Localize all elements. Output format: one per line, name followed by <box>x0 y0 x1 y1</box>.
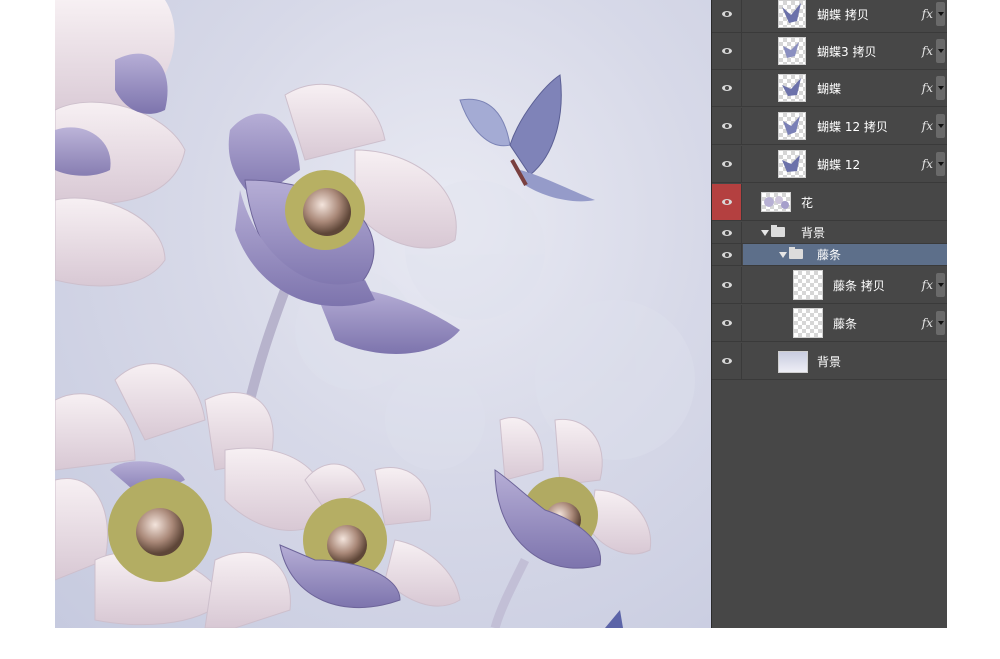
visibility-toggle[interactable] <box>712 146 742 182</box>
fx-icon[interactable]: fx <box>922 0 933 32</box>
eye-icon <box>721 48 732 54</box>
layer-row[interactable]: 蝴蝶 拷贝 fx <box>712 0 947 33</box>
layers-panel: 蝴蝶 拷贝 fx 蝴蝶3 拷贝 fx 蝴蝶 fx 蝴蝶 12 拷贝 fx 蝴蝶 … <box>711 0 947 628</box>
layer-row[interactable]: 藤条 fx <box>712 305 947 342</box>
layer-row[interactable]: 蝴蝶3 拷贝 fx <box>712 33 947 70</box>
eye-icon <box>721 199 732 205</box>
fx-icon[interactable]: fx <box>922 33 933 69</box>
layer-row[interactable]: 蝴蝶 12 拷贝 fx <box>712 108 947 145</box>
layer-name[interactable]: 蝴蝶 12 <box>817 146 860 182</box>
butterfly-icon <box>782 78 801 96</box>
butterfly-fragment <box>605 610 623 628</box>
eye-icon <box>721 11 732 17</box>
eye-icon <box>721 251 732 258</box>
flower-top-left <box>55 0 186 287</box>
folder-icon <box>771 225 785 237</box>
layer-thumbnail <box>778 0 806 28</box>
group-name[interactable]: 藤条 <box>817 244 841 265</box>
layer-name[interactable]: 背景 <box>817 343 841 379</box>
layer-name[interactable]: 藤条 拷贝 <box>833 267 885 303</box>
fx-icon[interactable]: fx <box>922 267 933 303</box>
visibility-toggle[interactable] <box>712 305 742 341</box>
layer-thumbnail <box>778 37 806 65</box>
butterfly-icon <box>782 3 801 23</box>
butterfly-icon <box>783 42 799 58</box>
layer-group-row[interactable]: 背景 <box>712 222 947 244</box>
layer-name[interactable]: 花 <box>801 184 813 220</box>
effects-expand-button[interactable] <box>936 311 945 335</box>
layer-row[interactable]: 蝴蝶 fx <box>712 70 947 107</box>
effects-expand-button[interactable] <box>936 114 945 138</box>
visibility-toggle[interactable] <box>712 70 742 106</box>
eye-icon <box>721 161 732 167</box>
flower-top <box>228 83 460 354</box>
fx-icon[interactable]: fx <box>922 146 933 182</box>
document-canvas[interactable] <box>55 0 711 628</box>
visibility-toggle[interactable] <box>712 33 742 69</box>
butterfly-icon <box>783 116 800 135</box>
layer-row[interactable]: 花 <box>712 184 947 221</box>
eye-icon <box>721 229 732 236</box>
layer-thumbnail <box>778 150 806 178</box>
layer-thumbnail <box>778 74 806 102</box>
disclosure-triangle-icon[interactable] <box>761 230 769 236</box>
effects-expand-button[interactable] <box>936 76 945 100</box>
layer-name[interactable]: 蝴蝶 <box>817 70 841 106</box>
layer-name[interactable]: 蝴蝶 拷贝 <box>817 0 869 32</box>
effects-expand-button[interactable] <box>936 2 945 26</box>
layer-row[interactable]: 背景 <box>712 343 947 380</box>
visibility-toggle[interactable] <box>712 244 742 265</box>
fx-icon[interactable]: fx <box>922 305 933 341</box>
effects-expand-button[interactable] <box>936 273 945 297</box>
flowers-thumbnail-icon <box>764 196 789 209</box>
effects-expand-button[interactable] <box>936 39 945 63</box>
visibility-toggle[interactable] <box>712 267 742 303</box>
eye-icon <box>721 85 732 91</box>
group-name[interactable]: 背景 <box>801 222 825 243</box>
layers-empty-area <box>712 382 947 628</box>
visibility-toggle[interactable] <box>712 108 742 144</box>
folder-icon <box>789 247 803 259</box>
visibility-toggle[interactable] <box>712 343 742 379</box>
layer-name[interactable]: 蝴蝶 12 拷贝 <box>817 108 888 144</box>
layer-name[interactable]: 藤条 <box>833 305 857 341</box>
butterfly-icon <box>782 155 800 172</box>
eye-icon <box>721 282 732 288</box>
fx-icon[interactable]: fx <box>922 108 933 144</box>
visibility-toggle[interactable] <box>712 0 742 32</box>
fx-icon[interactable]: fx <box>922 70 933 106</box>
visibility-toggle[interactable] <box>712 184 742 220</box>
layer-row[interactable]: 藤条 拷贝 fx <box>712 267 947 304</box>
eye-icon <box>721 320 732 326</box>
eye-icon <box>721 123 732 129</box>
layer-thumbnail <box>793 308 823 338</box>
effects-expand-button[interactable] <box>936 152 945 176</box>
layer-thumbnail <box>761 192 791 212</box>
visibility-toggle[interactable] <box>712 222 742 243</box>
layer-thumbnail <box>778 351 808 373</box>
eye-icon <box>721 358 732 364</box>
layer-row[interactable]: 蝴蝶 12 fx <box>712 146 947 183</box>
layer-thumbnail <box>778 112 806 140</box>
disclosure-triangle-icon[interactable] <box>779 252 787 258</box>
flower-bottom-left <box>55 363 327 628</box>
flower-artwork <box>55 0 695 628</box>
layer-thumbnail <box>793 270 823 300</box>
layer-name[interactable]: 蝴蝶3 拷贝 <box>817 33 876 69</box>
layer-group-row-selected[interactable]: 藤条 <box>712 244 947 266</box>
